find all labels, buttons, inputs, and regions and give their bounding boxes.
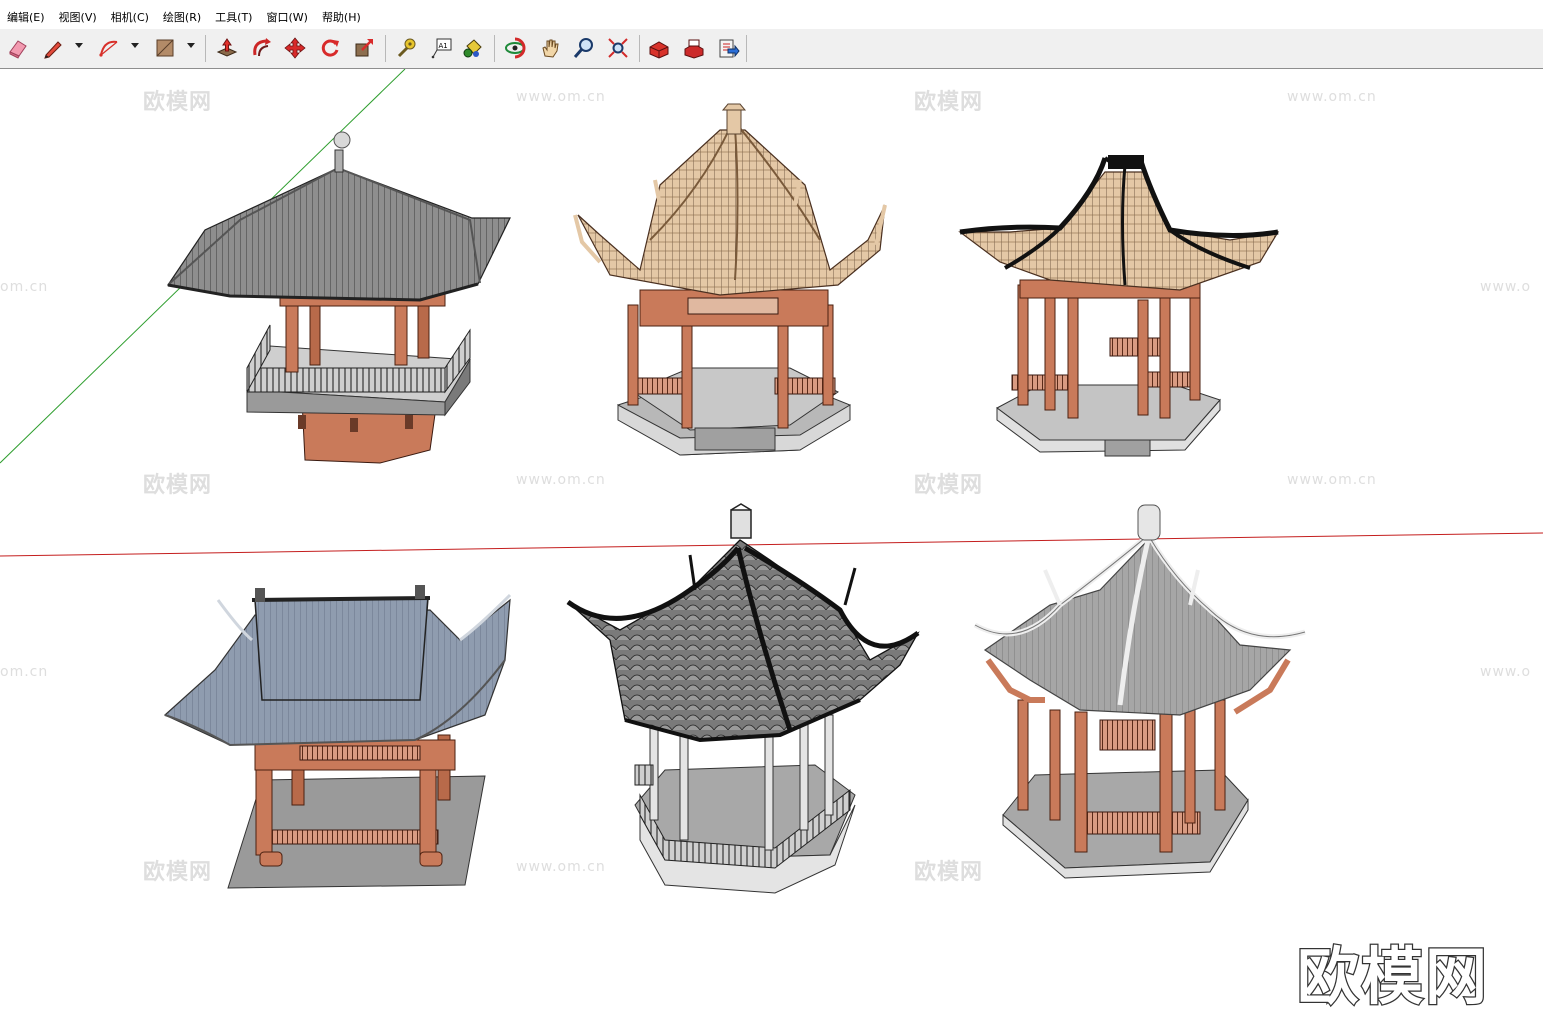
pavilion-hexagon-white-ridge[interactable] <box>973 504 1306 879</box>
menu-window[interactable]: 窗口(W) <box>266 11 307 25</box>
pavilion-hexagon-tan-roof[interactable] <box>573 103 887 456</box>
arc-dropdown-icon[interactable] <box>131 43 139 48</box>
arc-icon[interactable] <box>96 34 122 62</box>
eraser-icon[interactable] <box>5 34 31 62</box>
toolbar: A1 <box>0 29 1543 69</box>
extension-icon[interactable] <box>681 34 707 62</box>
model-viewport[interactable]: 欧模网 www.om.cn 欧模网 www.om.cn om.cn www.o … <box>0 69 1543 1018</box>
zoom-icon[interactable] <box>571 34 597 62</box>
orbit-icon[interactable] <box>502 34 528 62</box>
shape-dropdown-icon[interactable] <box>187 43 195 48</box>
pavilion-hexagon-black-ridge[interactable] <box>958 155 1280 457</box>
red-axis <box>0 532 1543 557</box>
push-pull-icon[interactable] <box>214 34 240 62</box>
model-scene <box>0 69 1543 894</box>
rotate-icon[interactable] <box>317 34 343 62</box>
scale-icon[interactable] <box>351 34 377 62</box>
menu-help[interactable]: 帮助(H) <box>322 11 361 25</box>
brand-logo: 欧模网 <box>1296 939 1490 1015</box>
pencil-dropdown-icon[interactable] <box>75 43 83 48</box>
shape-icon[interactable] <box>152 34 178 62</box>
tape-measure-icon[interactable] <box>393 34 419 62</box>
menu-camera[interactable]: 相机(C) <box>111 11 149 25</box>
menu-bar: 编辑(E) 视图(V) 相机(C) 绘图(R) 工具(T) 窗口(W) 帮助(H… <box>0 0 1543 29</box>
pavilion-gable-blue-roof[interactable] <box>163 585 512 889</box>
pencil-icon[interactable] <box>40 34 66 62</box>
menu-view[interactable]: 视图(V) <box>59 11 97 25</box>
warehouse-icon[interactable] <box>646 34 672 62</box>
follow-me-icon[interactable] <box>249 34 275 62</box>
move-icon[interactable] <box>282 34 308 62</box>
pavilion-square-grey-roof[interactable] <box>166 131 511 464</box>
text-tool-glyph: A1 <box>439 42 448 50</box>
share-model-icon[interactable] <box>716 34 742 62</box>
pan-icon[interactable] <box>537 34 563 62</box>
text-icon[interactable]: A1 <box>428 34 454 62</box>
pavilion-hexagon-dark-tile[interactable] <box>566 503 920 894</box>
menu-tools[interactable]: 工具(T) <box>215 11 252 25</box>
menu-edit[interactable]: 编辑(E) <box>7 11 45 25</box>
zoom-extents-icon[interactable] <box>605 34 631 62</box>
paint-bucket-icon[interactable] <box>460 34 486 62</box>
menu-draw[interactable]: 绘图(R) <box>163 11 201 25</box>
